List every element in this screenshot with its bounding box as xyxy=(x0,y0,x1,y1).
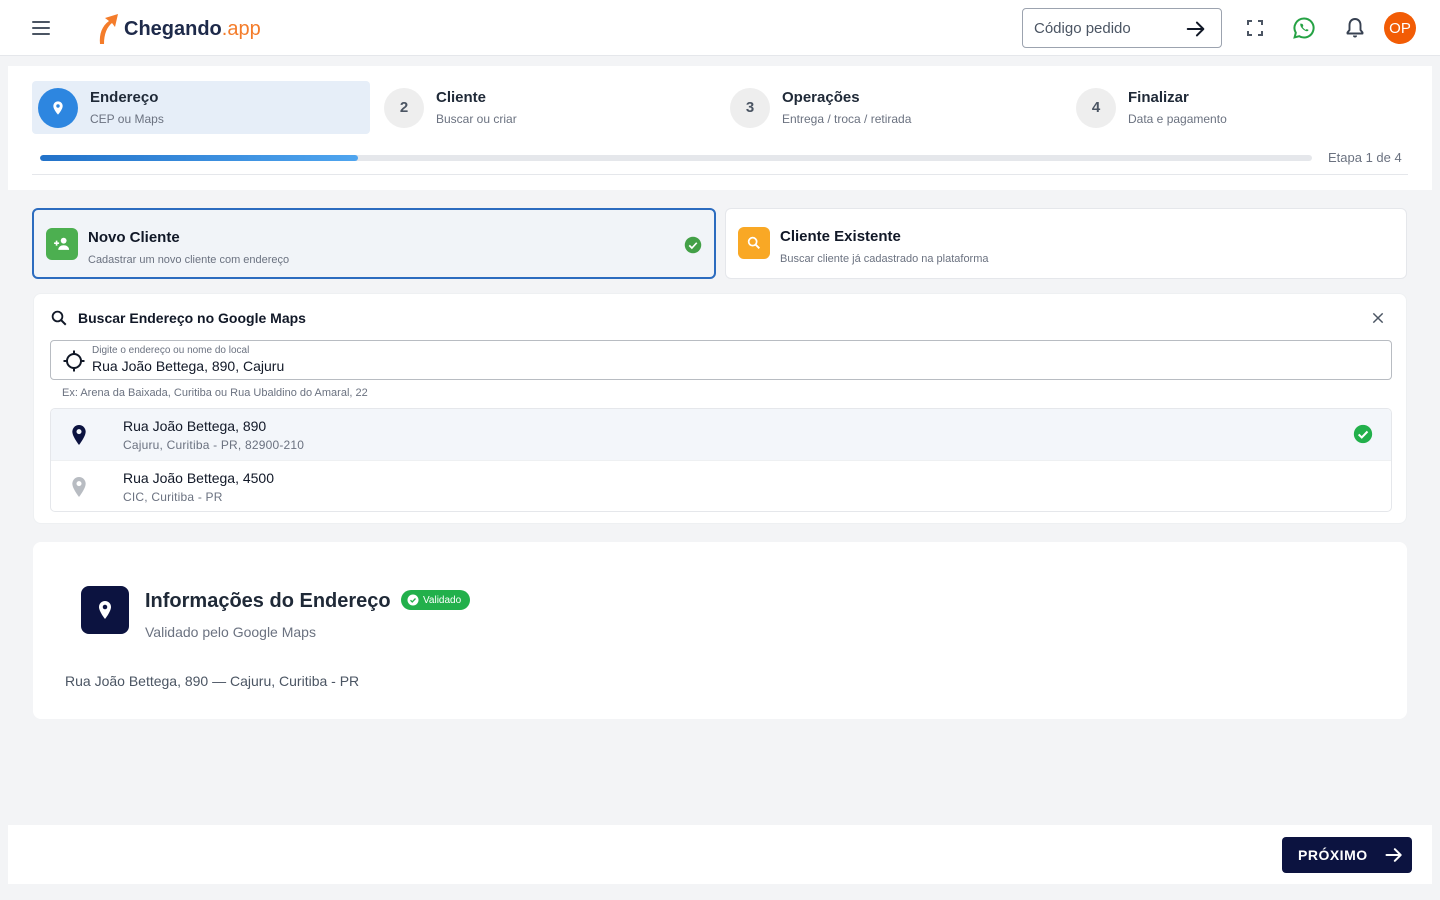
next-button[interactable]: PRÓXIMO xyxy=(1282,837,1412,873)
location-pin-icon xyxy=(72,477,86,497)
top-bar: Chegando.app OP xyxy=(0,0,1440,56)
divider xyxy=(32,174,1408,175)
verified-icon xyxy=(407,594,419,606)
new-client-card[interactable]: Novo Cliente Cadastrar um novo cliente c… xyxy=(32,208,716,279)
order-code-box xyxy=(1022,8,1222,48)
menu-icon[interactable] xyxy=(28,16,54,40)
result-title: Rua João Bettega, 890 xyxy=(123,418,267,434)
bell-icon[interactable] xyxy=(1343,16,1367,40)
location-pin-icon xyxy=(81,586,129,634)
result-subtitle: Cajuru, Curitiba - PR, 82900-210 xyxy=(123,438,305,452)
result-item-1[interactable]: Rua João Bettega, 890 Cajuru, Curitiba -… xyxy=(51,409,1391,460)
existing-client-subtitle: Buscar cliente já cadastrado na platafor… xyxy=(780,253,989,265)
step-endereco[interactable]: Endereço CEP ou Maps xyxy=(32,81,370,134)
result-item-2[interactable]: Rua João Bettega, 4500 CIC, Curitiba - P… xyxy=(51,460,1391,511)
close-icon[interactable] xyxy=(1370,310,1386,326)
step-finalizar[interactable]: 4 Finalizar Data e pagamento xyxy=(1070,81,1408,134)
new-client-title: Novo Cliente xyxy=(88,229,180,246)
validated-badge: Validado xyxy=(401,590,471,610)
new-client-subtitle: Cadastrar um novo cliente com endereço xyxy=(88,254,290,266)
step-number: 3 xyxy=(730,87,770,128)
progress-bar xyxy=(40,155,1312,161)
existing-client-title: Cliente Existente xyxy=(780,228,901,245)
logo-brand: Chegando xyxy=(124,17,222,40)
step-title: Cliente xyxy=(436,89,487,106)
step-title: Finalizar xyxy=(1128,89,1189,106)
stepper: Endereço CEP ou Maps 2 Cliente Buscar ou… xyxy=(8,66,1432,190)
footer-bar: PRÓXIMO xyxy=(8,825,1432,884)
address-input[interactable] xyxy=(92,358,1372,374)
address-field: Digite o endereço ou nome do local xyxy=(50,340,1392,380)
order-code-input[interactable] xyxy=(1023,19,1173,37)
logo[interactable]: Chegando.app xyxy=(94,12,261,46)
address-info-title: Informações do Endereço xyxy=(145,590,391,612)
step-subtitle: CEP ou Maps xyxy=(90,112,164,126)
avatar[interactable]: OP xyxy=(1384,12,1416,44)
results-list: Rua João Bettega, 890 Cajuru, Curitiba -… xyxy=(50,408,1392,512)
search-icon xyxy=(51,310,67,326)
progress-bar-fill xyxy=(40,155,358,161)
whatsapp-icon[interactable] xyxy=(1292,16,1316,40)
address-line: Rua João Bettega, 890 — Cajuru, Curitiba… xyxy=(65,673,360,689)
next-button-label: PRÓXIMO xyxy=(1298,847,1368,863)
check-circle-icon xyxy=(684,236,702,254)
arrow-right-icon[interactable] xyxy=(1185,18,1207,40)
maps-search-card: Buscar Endereço no Google Maps Digite o … xyxy=(33,293,1407,524)
validated-badge-label: Validado xyxy=(423,594,462,606)
address-info-card: Informações do Endereço Validado Validad… xyxy=(33,542,1407,719)
step-number: 4 xyxy=(1076,87,1116,128)
location-pin-icon xyxy=(72,425,86,445)
logo-arrow-icon xyxy=(99,14,118,44)
step-title: Endereço xyxy=(90,89,159,106)
step-cliente[interactable]: 2 Cliente Buscar ou criar xyxy=(378,81,716,134)
result-title: Rua João Bettega, 4500 xyxy=(123,470,275,486)
address-hint: Ex: Arena da Baixada, Curitiba ou Rua Ub… xyxy=(62,387,368,399)
result-subtitle: CIC, Curitiba - PR xyxy=(123,490,223,504)
check-circle-icon xyxy=(1353,424,1373,444)
fullscreen-icon[interactable] xyxy=(1243,16,1267,40)
step-subtitle: Entrega / troca / retirada xyxy=(782,112,912,126)
address-info-subtitle: Validado pelo Google Maps xyxy=(145,624,316,640)
arrow-right-icon xyxy=(1385,848,1402,862)
step-number: 2 xyxy=(384,87,424,128)
step-operacoes[interactable]: 3 Operações Entrega / troca / retirada xyxy=(724,81,1062,134)
step-title: Operações xyxy=(782,89,860,106)
step-circle xyxy=(38,87,78,128)
step-subtitle: Buscar ou criar xyxy=(436,112,517,126)
search-title: Buscar Endereço no Google Maps xyxy=(78,310,306,326)
crosshair-icon[interactable] xyxy=(62,349,86,373)
logo-suffix: .app xyxy=(221,17,261,40)
existing-client-card[interactable]: Cliente Existente Buscar cliente já cada… xyxy=(725,208,1407,279)
person-add-icon xyxy=(46,228,78,260)
location-pin-icon xyxy=(53,100,63,115)
search-icon xyxy=(738,227,770,259)
progress-label: Etapa 1 de 4 xyxy=(1328,150,1402,165)
address-field-label: Digite o endereço ou nome do local xyxy=(92,345,250,356)
step-subtitle: Data e pagamento xyxy=(1128,112,1227,126)
